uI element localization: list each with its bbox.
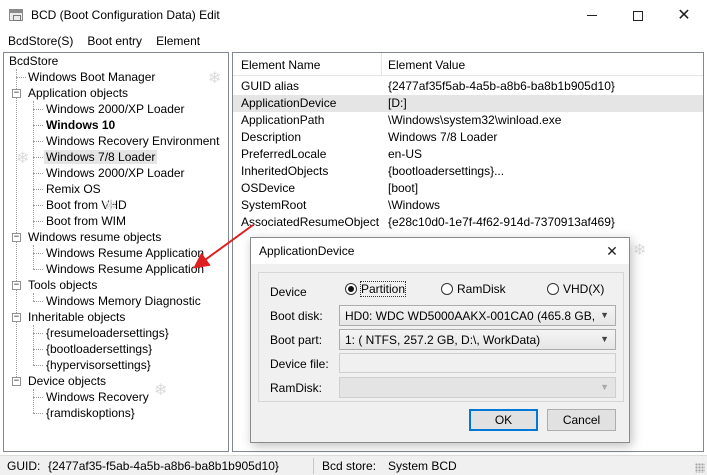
title-bar: BCD (Boot Configuration Data) Edit ✕: [0, 0, 707, 31]
tree-item-device-objects[interactable]: Device objects: [26, 373, 108, 389]
dialog-body: Device Partition RamDisk VHD(X) Boot dis…: [258, 272, 624, 402]
device-file-label: Device file:: [270, 357, 329, 371]
tree-item-xp-loader-2[interactable]: Windows 2000/XP Loader: [44, 165, 187, 181]
tree-view[interactable]: BcdStore Windows Boot Manager − Applicat…: [3, 52, 229, 452]
maximize-icon: [633, 10, 643, 21]
tree-item-application-objects[interactable]: Application objects: [26, 85, 130, 101]
radio-icon: [441, 283, 453, 295]
menu-boot-entry[interactable]: Boot entry: [87, 34, 142, 48]
cancel-button[interactable]: Cancel: [547, 409, 616, 431]
maximize-button[interactable]: [615, 0, 661, 31]
tree-item-xp-loader-1[interactable]: Windows 2000/XP Loader: [44, 101, 187, 117]
device-file-field[interactable]: [339, 353, 616, 373]
tree-item-inheritable-objects[interactable]: Inheritable objects: [26, 309, 127, 325]
tree-item-windows-7-8-loader[interactable]: Windows 7/8 Loader: [44, 149, 158, 165]
list-row[interactable]: PreferredLocale en-US: [233, 146, 703, 163]
ramdisk-select[interactable]: ▼: [339, 377, 616, 398]
list-row[interactable]: OSDevice [boot]: [233, 180, 703, 197]
boot-disk-select[interactable]: HD0: WDC WD5000AAKX-001CA0 (465.8 GB, C:…: [339, 305, 616, 326]
status-bar: GUID: {2477af35-f5ab-4a5b-a8b6-ba8b1b905…: [0, 455, 707, 475]
tree-item-boot-from-wim[interactable]: Boot from WIM: [44, 213, 128, 229]
tree-item-tools-objects[interactable]: Tools objects: [26, 277, 99, 293]
status-store-value: System BCD: [388, 459, 457, 473]
radio-vhd[interactable]: VHD(X): [547, 282, 604, 296]
minimize-icon: [587, 15, 597, 16]
menu-bcdstore[interactable]: BcdStore(S): [8, 34, 73, 48]
close-button[interactable]: ✕: [661, 0, 707, 31]
snowflake-icon: ❄: [16, 150, 30, 167]
tree-item-resume-objects[interactable]: Windows resume objects: [26, 229, 163, 245]
collapse-icon[interactable]: −: [12, 281, 21, 290]
list-row[interactable]: GUID alias {2477af35f5ab-4a5b-a8b6-ba8b1b…: [233, 78, 703, 95]
list-row[interactable]: AssociatedResumeObject {e28c10d0-1e7f-4f6…: [233, 214, 703, 231]
window-title: BCD (Boot Configuration Data) Edit: [31, 8, 220, 22]
tree-item-windows-boot-manager[interactable]: Windows Boot Manager: [26, 69, 157, 85]
list-row[interactable]: ApplicationPath \Windows\system32\winload…: [233, 112, 703, 129]
tree-item-resume-app-2[interactable]: Windows Resume Application: [44, 261, 206, 277]
ok-button[interactable]: OK: [469, 409, 538, 431]
resize-grip-icon[interactable]: [695, 463, 705, 473]
radio-selected-icon: [345, 283, 357, 295]
list-row[interactable]: InheritedObjects {bootloadersettings}...: [233, 163, 703, 180]
list-header: Element Name Element Value: [233, 53, 703, 76]
column-header-value[interactable]: Element Value: [388, 58, 465, 72]
dialog-close-button[interactable]: ✕: [595, 238, 629, 264]
chevron-down-icon: ▼: [600, 334, 609, 344]
collapse-icon[interactable]: −: [12, 313, 21, 322]
snowflake-icon: ❄: [154, 382, 168, 399]
radio-icon: [547, 283, 559, 295]
tree-item-bootloadersettings[interactable]: {bootloadersettings}: [44, 341, 154, 357]
dialog-title-bar: ApplicationDevice ✕: [251, 238, 629, 264]
tree-root[interactable]: BcdStore: [7, 53, 60, 69]
list-row[interactable]: ApplicationDevice [D:]: [233, 95, 703, 112]
tree-item-windows-recovery[interactable]: Windows Recovery: [44, 389, 151, 405]
app-icon: [9, 9, 23, 21]
snowflake-icon: ❄: [208, 70, 222, 87]
column-header-name[interactable]: Element Name: [241, 58, 320, 72]
chevron-down-icon: ▼: [600, 310, 609, 320]
collapse-icon[interactable]: −: [12, 377, 21, 386]
radio-ramdisk[interactable]: RamDisk: [441, 282, 506, 296]
application-device-dialog: ApplicationDevice ✕ Device Partition Ram…: [250, 237, 630, 443]
tree-item-memory-diagnostic[interactable]: Windows Memory Diagnostic: [44, 293, 203, 309]
close-icon: ✕: [677, 6, 691, 24]
tree-item-hypervisorsettings[interactable]: {hypervisorsettings}: [44, 357, 153, 373]
menu-element[interactable]: Element: [156, 34, 200, 48]
dialog-title: ApplicationDevice: [259, 244, 355, 258]
tree-item-resume-app-1[interactable]: Windows Resume Application: [44, 245, 206, 261]
boot-part-label: Boot part:: [270, 333, 323, 347]
device-label: Device: [270, 285, 307, 299]
tree-item-ramdiskoptions[interactable]: {ramdiskoptions}: [44, 405, 137, 421]
status-store-label: Bcd store:: [322, 459, 377, 473]
chevron-down-icon: ▼: [600, 382, 609, 392]
status-guid-label: GUID:: [7, 459, 41, 473]
close-icon: ✕: [606, 242, 618, 259]
boot-disk-label: Boot disk:: [270, 309, 323, 323]
menu-bar: BcdStore(S) Boot entry Element: [0, 31, 707, 51]
status-guid-value: {2477af35-f5ab-4a5b-a8b6-ba8b1b905d10}: [48, 459, 279, 473]
tree-item-recovery-environment[interactable]: Windows Recovery Environment: [44, 133, 221, 149]
minimize-button[interactable]: [569, 0, 615, 31]
tree-item-resumeloadersettings[interactable]: {resumeloadersettings}: [44, 325, 171, 341]
list-row[interactable]: Description Windows 7/8 Loader: [233, 129, 703, 146]
list-row[interactable]: SystemRoot \Windows: [233, 197, 703, 214]
snowflake-icon: ❄: [633, 242, 647, 259]
collapse-icon[interactable]: −: [12, 233, 21, 242]
snowflake-icon: ❄: [104, 198, 118, 215]
tree-item-windows-10[interactable]: Windows 10: [44, 117, 117, 133]
boot-part-select[interactable]: 1: ( NTFS, 257.2 GB, D:\, WorkData) ▼: [339, 329, 616, 350]
radio-partition[interactable]: Partition: [345, 281, 407, 297]
tree-item-remix-os[interactable]: Remix OS: [44, 181, 103, 197]
ramdisk-label: RamDisk:: [270, 381, 323, 395]
collapse-icon[interactable]: −: [12, 89, 21, 98]
